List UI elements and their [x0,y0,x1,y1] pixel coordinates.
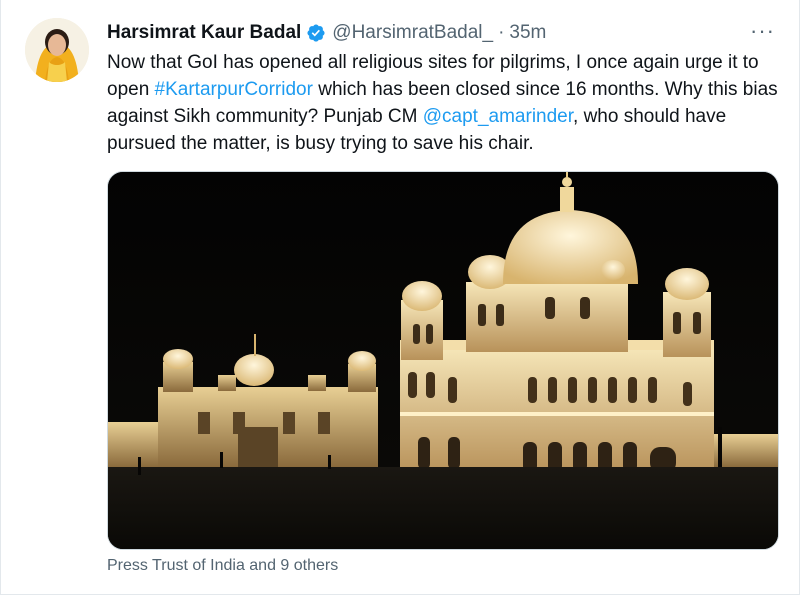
tweet-text: Now that GoI has opened all religious si… [107,49,787,157]
tweet-card[interactable]: Harsimrat Kaur Badal @HarsimratBadal_ · … [0,0,800,595]
author-name[interactable]: Harsimrat Kaur Badal [107,22,301,44]
tweet-timestamp[interactable]: 35m [509,22,546,44]
verified-badge-icon [306,23,326,43]
header-separator: · [498,22,505,43]
tweet-photo[interactable] [107,171,779,550]
tagged-users-link[interactable]: Press Trust of India and 9 others [107,557,338,575]
hashtag-link[interactable]: #KartarpurCorridor [155,79,313,100]
avatar[interactable] [25,18,89,82]
more-options-icon[interactable]: ··· [750,18,775,44]
mention-link[interactable]: @capt_amarinder [423,106,573,127]
tweet-header: Harsimrat Kaur Badal @HarsimratBadal_ · … [107,20,546,46]
gurdwara-night-photo [108,172,778,549]
author-handle[interactable]: @HarsimratBadal_ [332,22,493,44]
